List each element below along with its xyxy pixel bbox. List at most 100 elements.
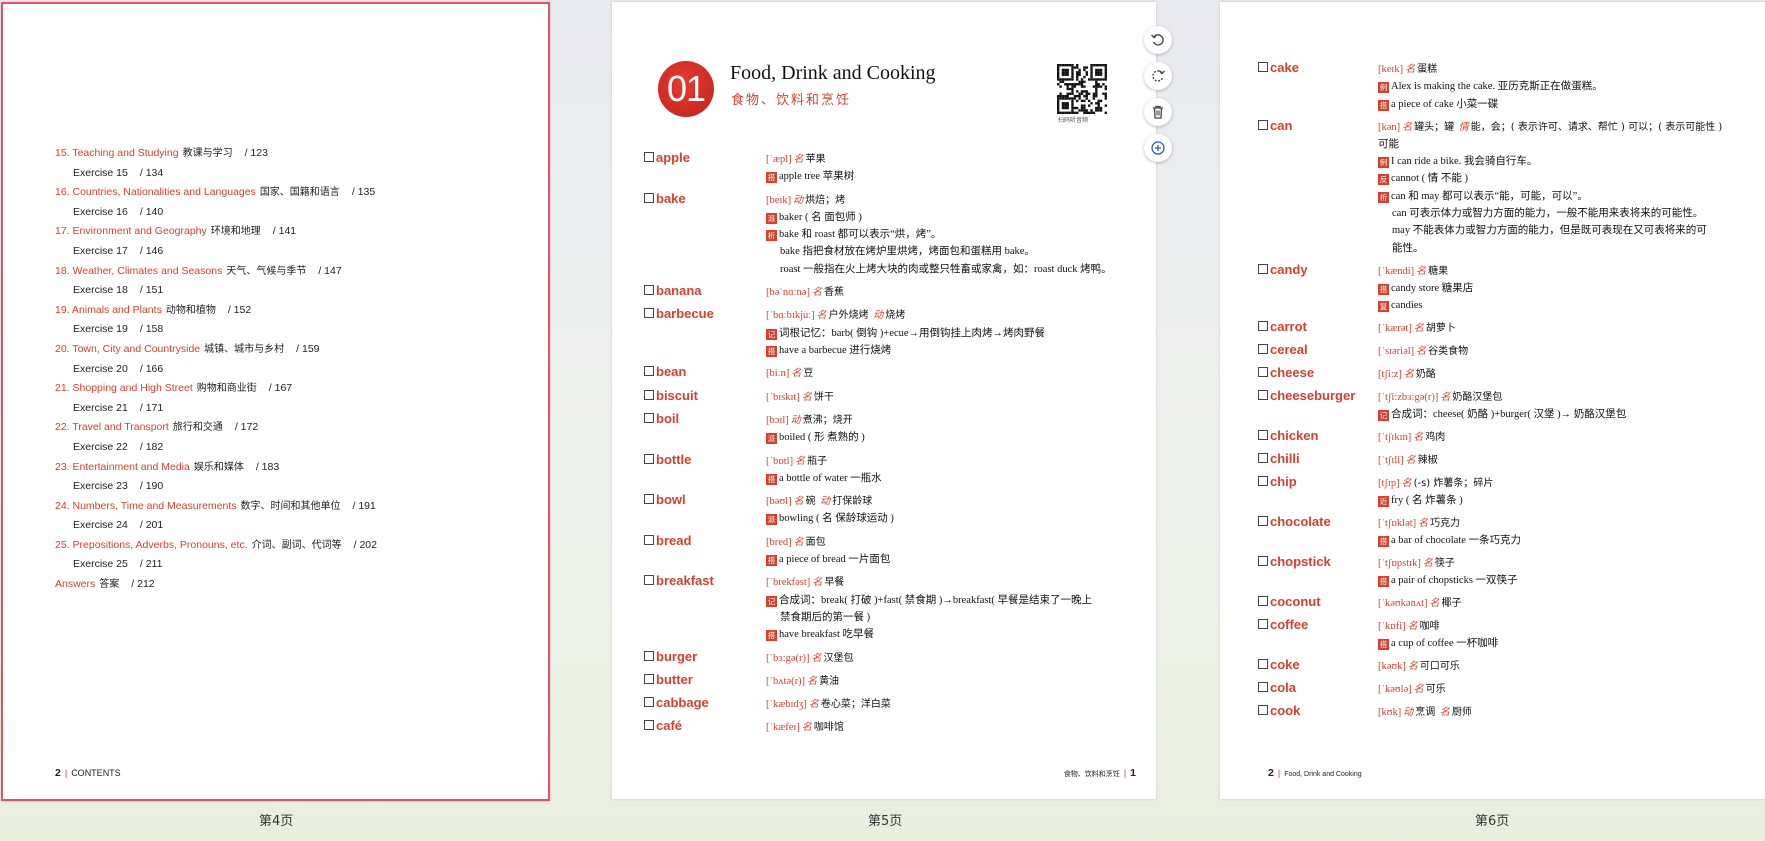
vocab-word[interactable]: chilli [1258, 451, 1300, 466]
add-button[interactable] [1144, 134, 1172, 162]
toc-exercise[interactable]: Exercise 17 / 146 [55, 242, 377, 262]
vocab-word[interactable]: burger [644, 649, 697, 664]
toc-title-cn: 答案 [99, 579, 120, 591]
toc-title: 22. Travel and Transport [55, 421, 169, 434]
toc-chapter[interactable]: 15. Teaching and Studying 教课与学习 / 123 [55, 144, 377, 164]
toc-exercise[interactable]: Exercise 22 / 182 [55, 438, 377, 458]
vocab-word[interactable]: barbecue [644, 306, 714, 321]
toc-page-number: / 140 [139, 205, 164, 218]
vocab-word[interactable]: bean [644, 364, 686, 379]
vocab-word[interactable]: cook [1258, 703, 1300, 718]
rotate-left-button[interactable] [1144, 26, 1172, 54]
note-tag: 派 [766, 433, 777, 445]
phonetic: [keɪk] [1378, 64, 1404, 75]
toc-title-cn: 城镇、城市与乡村 [204, 343, 285, 355]
toc-page-number: / 146 [139, 244, 164, 257]
vocab-word[interactable]: coconut [1258, 594, 1321, 609]
definition-line: [ˈæpl] 名苹果 [766, 151, 854, 168]
toc-chapter[interactable]: 17. Environment and Geography 环境和地理 / 141 [55, 222, 377, 242]
vocab-word[interactable]: butter [644, 672, 693, 687]
vocab-word[interactable]: apple [644, 150, 690, 165]
vocab-word[interactable]: breakfast [644, 573, 714, 588]
toc-chapter[interactable]: 22. Travel and Transport 旅行和交通 / 172 [55, 418, 377, 438]
vocab-word[interactable]: can [1258, 118, 1292, 133]
definition-line: [kəʊk] 名可口可乐 [1378, 658, 1460, 675]
toc-chapter[interactable]: 23. Entertainment and Media 娱乐和媒体 / 183 [55, 458, 377, 478]
toc-page-number: / 141 [272, 225, 297, 238]
meaning: 咖啡 [1419, 621, 1440, 633]
vocab-word[interactable]: cheeseburger [1258, 388, 1355, 403]
chapter-subtitle: 食物、饮料和烹饪 [731, 93, 852, 108]
toc-chapter[interactable]: 24. Numbers, Time and Measurements 数字、时间和… [55, 497, 377, 517]
vocab-word[interactable]: bowl [644, 492, 686, 507]
vocab-word[interactable]: carrot [1258, 319, 1307, 334]
vocab-word[interactable]: chocolate [1258, 514, 1331, 529]
meaning: (-s) 炸薯条；碎片 [1413, 477, 1494, 489]
phonetic: [ˈbɒtl] [766, 455, 794, 467]
toc-page-number: / 158 [139, 323, 164, 336]
meaning: 胡萝卜 [1425, 323, 1456, 334]
toc-exercise[interactable]: Exercise 21 / 171 [55, 399, 377, 419]
toc-exercise[interactable]: Exercise 25 / 211 [55, 555, 377, 575]
vocab-word[interactable]: coke [1258, 657, 1300, 672]
part-of-speech: 动 [793, 194, 804, 206]
rotate-right-button[interactable] [1144, 62, 1172, 90]
vocab-word[interactable]: chicken [1258, 428, 1318, 443]
definition-line: bake 指把食材放在烤炉里烘烤，烤面包和蛋糕用 bake。 [766, 243, 1112, 260]
toc-exercise[interactable]: Exercise 18 / 151 [55, 281, 377, 301]
toc-page-number: / 191 [352, 499, 376, 512]
vocab-word[interactable]: coffee [1258, 617, 1308, 632]
definition-line: 搭a piece of bread 一片面包 [766, 551, 890, 568]
toc-chapter[interactable]: 18. Weather, Climates and Seasons 天气、气候与季… [55, 262, 377, 282]
meaning: 辣椒 [1417, 454, 1438, 466]
definition-line: 能性。 [1378, 240, 1722, 257]
vocab-word[interactable]: cereal [1258, 342, 1308, 357]
vocab-word[interactable]: café [644, 718, 682, 733]
part-of-speech: 名 [1416, 345, 1427, 357]
phonetic: [bəʊl] [766, 496, 792, 508]
vocab-word[interactable]: boil [644, 411, 679, 426]
phonetic: [ˈkærət] [1378, 323, 1412, 334]
toc-exercise[interactable]: Exercise 23 / 190 [55, 477, 377, 497]
vocab-definition: [kʊk] 动烹调 名厨师 [1378, 704, 1472, 721]
vocab-word[interactable]: biscuit [644, 388, 698, 403]
definition-line: may 不能表体力或智力方面的能力，但是既可表现在又可表将来的可 [1378, 222, 1722, 239]
page-thumbnail-4[interactable]: 15. Teaching and Studying 教课与学习 / 123 Exerc… [1, 2, 550, 801]
definition-line: 搭 have breakfast 吃早餐 [766, 626, 1092, 643]
toc-chapter[interactable]: 25. Prepositions, Adverbs, Pronouns, etc… [55, 536, 377, 556]
vocab-word[interactable]: bake [644, 191, 686, 206]
vocab-word[interactable]: chip [1258, 474, 1297, 489]
meaning: 户外烧烤 [828, 310, 869, 322]
note-tag: 搭 [1378, 576, 1389, 588]
page-thumbnail-5[interactable]: 01 Food, Drink and Cooking 食物、饮料和烹饪 扫码听音… [612, 2, 1156, 799]
toc-chapter[interactable]: 21. Shopping and High Street 购物和商业街 / 167 [55, 379, 377, 399]
toc-title-cn: 教课与学习 [182, 148, 233, 159]
meaning: 椰子 [1441, 598, 1462, 610]
definition-line: 派 baker ( 名 面包师 ) [766, 209, 1112, 226]
vocab-word[interactable]: bottle [644, 452, 691, 467]
toc-exercise[interactable]: Exercise 15 / 134 [55, 164, 377, 184]
page-thumbnail-6[interactable]: cake [keɪk] 名蛋糕例 Alex is making the cake. 亚… [1220, 2, 1765, 799]
vocab-word[interactable]: candy [1258, 262, 1308, 277]
vocab-word[interactable]: banana [644, 283, 702, 298]
qr-code-icon [1057, 64, 1107, 114]
toc-title: 21. Shopping and High Street [55, 382, 193, 395]
toc-chapter[interactable]: 20. Town, City and Countryside 城镇、城市与乡村 / … [55, 340, 377, 360]
toc-exercise[interactable]: Exercise 16 / 140 [55, 203, 377, 223]
note-text: a bar of chocolate 一条巧克力 [1391, 535, 1522, 547]
toc-title: Exercise 15 [73, 166, 128, 179]
meaning: 奶酪汉堡包 [1452, 391, 1503, 403]
toc-exercise[interactable]: Exercise 20 / 166 [55, 360, 377, 380]
toc-answers[interactable]: Answers 答案 / 212 [55, 575, 377, 595]
vocab-word[interactable]: cola [1258, 680, 1296, 695]
toc-exercise[interactable]: Exercise 24 / 201 [55, 516, 377, 536]
vocab-word[interactable]: cabbage [644, 695, 709, 710]
vocab-word[interactable]: chopstick [1258, 554, 1331, 569]
vocab-word[interactable]: cake [1258, 60, 1299, 75]
delete-button[interactable] [1144, 98, 1172, 126]
vocab-word[interactable]: cheese [1258, 365, 1314, 380]
toc-chapter[interactable]: 19. Animals and Plants 动物和植物 / 152 [55, 301, 377, 321]
toc-chapter[interactable]: 16. Countries, Nationalities and Languag… [55, 183, 377, 203]
vocab-word[interactable]: bread [644, 533, 691, 548]
toc-exercise[interactable]: Exercise 19 / 158 [55, 320, 377, 340]
